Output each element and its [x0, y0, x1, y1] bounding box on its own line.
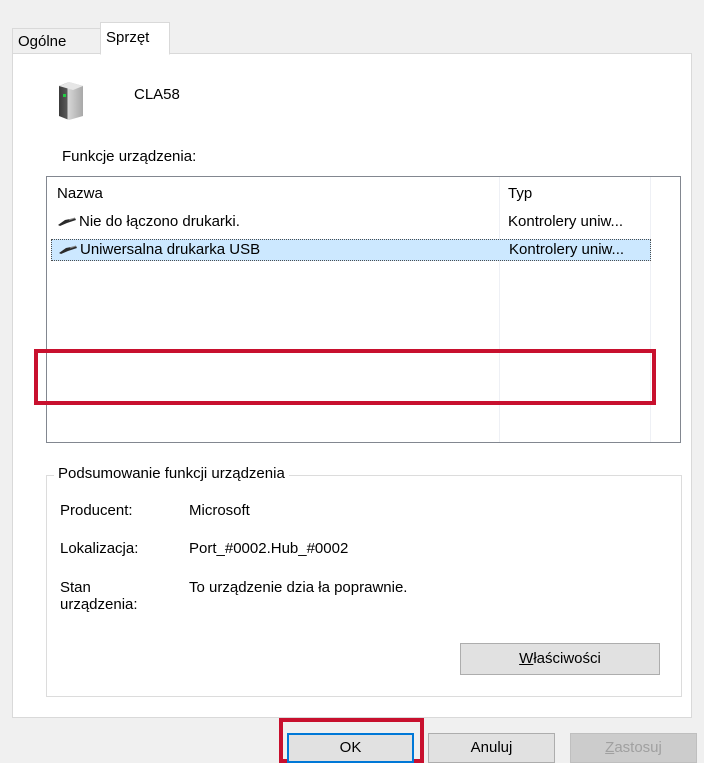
location-value: Port_#0002.Hub_#0002 [189, 540, 349, 557]
column-header-name[interactable]: Nazwa [57, 185, 103, 202]
computer-tower-icon [59, 82, 83, 120]
location-label: Lokalizacja: [60, 540, 139, 557]
manufacturer-value: Microsoft [189, 502, 250, 519]
cancel-button[interactable]: Anuluj [428, 733, 555, 763]
status-value: To urządzenie dzia ła poprawnie. [189, 579, 408, 596]
list-item[interactable]: Nie do łączono drukarki. Kontrolery uniw… [51, 212, 651, 234]
summary-title: Podsumowanie funkcji urządzenia [54, 465, 289, 482]
list-item-name: Nie do łączono drukarki. [79, 213, 240, 230]
device-name: CLA58 [134, 86, 180, 103]
tab-general[interactable]: Ogólne [12, 28, 101, 53]
highlight-box [34, 349, 656, 405]
status-label: Stan urządzenia: [60, 579, 138, 613]
usb-cable-icon [58, 217, 76, 226]
properties-button[interactable]: Właściwości [460, 643, 660, 675]
device-functions-label: Funkcje urządzenia: [62, 148, 197, 165]
tab-hardware[interactable]: Sprzęt [100, 22, 170, 55]
list-item-type: Kontrolery uniw... [509, 241, 625, 258]
apply-button[interactable]: Zastosuj [570, 733, 697, 763]
list-item-type: Kontrolery uniw... [508, 213, 624, 230]
list-item-selected[interactable]: Uniwersalna drukarka USB Kontrolery uniw… [51, 239, 651, 261]
column-header-type[interactable]: Typ [508, 185, 532, 202]
manufacturer-label: Producent: [60, 502, 133, 519]
tab-strip: Ogólne Sprzęt [12, 22, 692, 55]
ok-button[interactable]: OK [287, 733, 414, 763]
usb-cable-icon [59, 245, 77, 254]
list-item-name: Uniwersalna drukarka USB [80, 241, 261, 258]
